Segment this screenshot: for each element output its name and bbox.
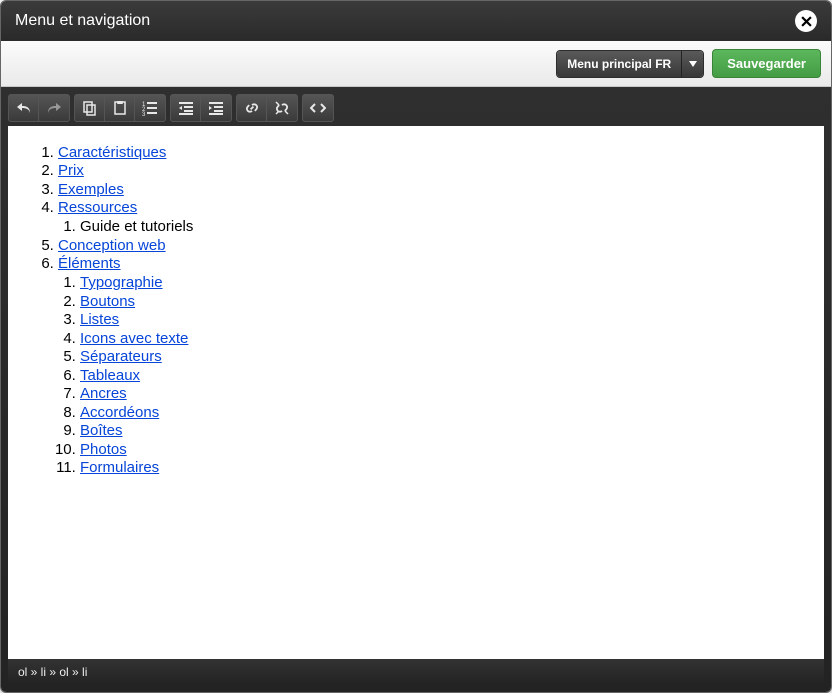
svg-text:3: 3 (142, 112, 146, 116)
menu-link[interactable]: Séparateurs (80, 348, 162, 365)
list-item: Ancres (80, 385, 800, 402)
list-item: Boutons (80, 293, 800, 310)
list-item: Séparateurs (80, 348, 800, 365)
modal-title: Menu et navigation (15, 12, 150, 30)
menu-selector-dropdown[interactable]: Menu principal FR (556, 50, 704, 78)
paste-button[interactable] (105, 95, 135, 121)
menu-link[interactable]: Accordéons (80, 404, 159, 421)
menu-link[interactable]: Boutons (80, 293, 135, 310)
list-item: Ressources Guide et tutoriels (58, 199, 800, 235)
indent-icon (208, 100, 224, 116)
menu-sublist: Typographie BoutonsListes Icons avec texte… (58, 274, 800, 476)
copy-icon (82, 100, 98, 116)
menu-link[interactable]: Exemples (58, 181, 124, 198)
modal-header: Menu et navigation (1, 1, 831, 41)
undo-icon (16, 100, 32, 116)
link-icon (244, 100, 260, 116)
menu-selector-label: Menu principal FR (557, 51, 681, 77)
paste-icon (112, 100, 128, 116)
list-item: Caractéristiques (58, 144, 800, 161)
menu-link[interactable]: Photos (80, 441, 127, 458)
menu-link[interactable]: Conception web (58, 237, 166, 254)
list-item: Prix (58, 162, 800, 179)
menu-link[interactable]: Prix (58, 162, 84, 179)
list-item: Guide et tutoriels (80, 218, 800, 235)
menu-link[interactable]: Caractéristiques (58, 144, 166, 161)
redo-button[interactable] (39, 95, 69, 121)
list-item: Listes (80, 311, 800, 328)
save-button[interactable]: Sauvegarder (712, 49, 821, 78)
source-button[interactable] (303, 95, 333, 121)
numbered-list-icon: 123 (142, 100, 158, 116)
redo-icon (46, 100, 62, 116)
menu-link[interactable]: Formulaires (80, 459, 159, 476)
menu-selector-caret[interactable] (681, 51, 703, 77)
list-item: Tableaux (80, 367, 800, 384)
unlink-icon (274, 100, 290, 116)
list-item: Icons avec texte (80, 330, 800, 347)
menu-link[interactable]: Ressources (58, 199, 137, 216)
list-item: Exemples (58, 181, 800, 198)
outdent-icon (178, 100, 194, 116)
list-item: Formulaires (80, 459, 800, 476)
list-item: Boîtes (80, 422, 800, 439)
menu-text: Guide et tutoriels (80, 218, 193, 235)
menu-link[interactable]: Typographie (80, 274, 163, 291)
unlink-button[interactable] (267, 95, 297, 121)
editor-content[interactable]: CaractéristiquesPrix ExemplesRessources Gu… (8, 126, 824, 659)
menu-link[interactable]: Icons avec texte (80, 330, 188, 347)
menu-link[interactable]: Boîtes (80, 422, 123, 439)
close-icon (801, 16, 812, 27)
list-item: Photos (80, 441, 800, 458)
menu-sublist: Guide et tutoriels (58, 218, 800, 235)
menu-link[interactable]: Ancres (80, 385, 127, 402)
undo-button[interactable] (9, 95, 39, 121)
code-icon (310, 100, 326, 116)
menu-link[interactable]: Éléments (58, 255, 121, 272)
numbered-list-button[interactable]: 123 (135, 95, 165, 121)
list-item: Conception web (58, 237, 800, 254)
menu-link[interactable]: Listes (80, 311, 119, 328)
copy-button[interactable] (75, 95, 105, 121)
sub-header: Menu principal FR Sauvegarder (1, 41, 831, 87)
list-item: Accordéons (80, 404, 800, 421)
outdent-button[interactable] (171, 95, 201, 121)
editor-toolbar: 123 (8, 94, 824, 126)
modal: Menu et navigation Menu principal FR Sau… (0, 0, 832, 693)
caret-down-icon (689, 61, 697, 67)
link-button[interactable] (237, 95, 267, 121)
list-item: Éléments Typographie BoutonsListes Icons av… (58, 255, 800, 476)
menu-link[interactable]: Tableaux (80, 367, 140, 384)
indent-button[interactable] (201, 95, 231, 121)
editor-wrap: 123 (1, 87, 831, 692)
close-button[interactable] (795, 10, 817, 32)
list-item: Typographie (80, 274, 800, 291)
menu-list: CaractéristiquesPrix ExemplesRessources Gu… (36, 144, 800, 477)
status-bar: ol » li » ol » li (8, 659, 824, 685)
